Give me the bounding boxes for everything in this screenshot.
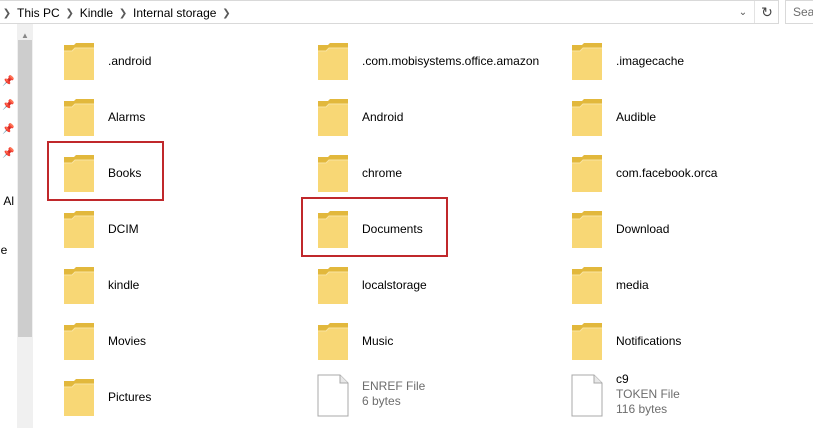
highlight-box bbox=[301, 197, 448, 257]
item-name: Download bbox=[616, 222, 670, 236]
file-size: 116 bytes bbox=[616, 402, 668, 416]
pin-icon[interactable]: 📌 bbox=[2, 148, 14, 160]
folder-item[interactable]: localstorage bbox=[287, 262, 527, 312]
breadcrumb-internal-storage[interactable]: Internal storage bbox=[130, 6, 219, 20]
folder-icon bbox=[317, 98, 349, 137]
nav-item-label[interactable]: le bbox=[0, 243, 7, 257]
item-name: .com.mobisystems.office.amazon bbox=[362, 54, 540, 68]
pin-icon[interactable]: 📌 bbox=[2, 100, 14, 112]
folder-icon bbox=[317, 42, 349, 81]
file-type: ENREF File bbox=[362, 379, 426, 393]
folder-icon bbox=[571, 266, 603, 305]
item-name: .imagecache bbox=[616, 54, 685, 68]
file-item[interactable]: c9 TOKEN File 116 bytes bbox=[541, 372, 781, 424]
item-name: Android bbox=[362, 110, 404, 124]
navigation-pane: 📌 📌 📌 📌 n Al le bbox=[0, 24, 17, 428]
item-name: DCIM bbox=[108, 222, 139, 236]
file-icon bbox=[571, 374, 603, 417]
item-name: .android bbox=[108, 54, 152, 68]
folder-icon bbox=[571, 210, 603, 249]
folder-icon bbox=[571, 98, 603, 137]
folder-item[interactable]: .com.mobisystems.office.amazon bbox=[287, 38, 539, 88]
folder-item[interactable]: Alarms bbox=[33, 94, 273, 144]
folder-icon bbox=[571, 42, 603, 81]
folder-icon bbox=[63, 210, 95, 249]
file-details: ENREF File 6 bytes bbox=[362, 379, 425, 409]
item-name: c9 bbox=[616, 372, 629, 386]
folder-item[interactable]: Download bbox=[541, 206, 781, 256]
folder-icon bbox=[63, 42, 95, 81]
scroll-up-icon[interactable]: ▲ bbox=[21, 32, 29, 40]
folder-item[interactable]: chrome bbox=[287, 150, 527, 200]
breadcrumb-kindle[interactable]: Kindle bbox=[77, 6, 116, 20]
address-history-dropdown[interactable]: ⌄ bbox=[734, 3, 752, 21]
folder-icon bbox=[63, 266, 95, 305]
refresh-button[interactable]: ↻ bbox=[754, 1, 779, 23]
folder-icon bbox=[571, 154, 603, 193]
item-name: Audible bbox=[616, 110, 657, 124]
item-name: Music bbox=[362, 334, 394, 348]
folder-icon bbox=[317, 154, 349, 193]
scrollbar-thumb[interactable] bbox=[18, 40, 32, 337]
pin-icon[interactable]: 📌 bbox=[2, 124, 14, 136]
folder-item[interactable]: Notifications bbox=[541, 318, 781, 368]
chevron-right-icon[interactable]: ❯ bbox=[116, 8, 130, 19]
folder-item[interactable]: Movies bbox=[33, 318, 273, 368]
item-name: chrome bbox=[362, 166, 403, 180]
item-name: media bbox=[616, 278, 649, 292]
item-name: Pictures bbox=[108, 390, 152, 404]
chevron-right-icon[interactable]: ❯ bbox=[0, 8, 14, 19]
file-type: TOKEN File bbox=[616, 387, 680, 401]
folder-item[interactable]: kindle bbox=[33, 262, 273, 312]
search-input[interactable]: Sea bbox=[785, 0, 813, 24]
folder-item[interactable]: Pictures bbox=[33, 374, 273, 424]
search-placeholder: Sea bbox=[793, 5, 813, 19]
folder-item[interactable]: media bbox=[541, 262, 781, 312]
item-name: com.facebook.orca bbox=[616, 166, 718, 180]
chevron-right-icon[interactable]: ❯ bbox=[219, 8, 233, 19]
file-list: .android .com.mobisystems.office.amazon .i… bbox=[33, 24, 813, 428]
folder-item[interactable]: DCIM bbox=[33, 206, 273, 256]
file-size: 6 bytes bbox=[362, 394, 401, 408]
file-item[interactable]: ENREF File 6 bytes bbox=[287, 374, 527, 424]
folder-icon bbox=[317, 322, 349, 361]
chevron-down-icon: ⌄ bbox=[738, 6, 748, 18]
item-name: Alarms bbox=[108, 110, 146, 124]
folder-item[interactable]: .imagecache bbox=[541, 38, 781, 88]
folder-item[interactable]: Android bbox=[287, 94, 527, 144]
folder-item[interactable]: .android bbox=[33, 38, 273, 88]
folder-icon bbox=[63, 98, 95, 137]
folder-item[interactable]: com.facebook.orca bbox=[541, 150, 781, 200]
folder-icon bbox=[63, 378, 95, 417]
nav-scrollbar[interactable]: ▲ bbox=[17, 24, 33, 428]
nav-item-label[interactable]: n Al bbox=[0, 194, 14, 208]
item-name: Movies bbox=[108, 334, 147, 348]
item-name: localstorage bbox=[362, 278, 427, 292]
breadcrumb-this-pc[interactable]: This PC bbox=[14, 6, 63, 20]
file-details: c9 TOKEN File 116 bytes bbox=[616, 372, 680, 417]
refresh-icon: ↻ bbox=[761, 3, 773, 20]
breadcrumb: ❯ This PC ❯ Kindle ❯ Internal storage ❯ bbox=[0, 5, 233, 21]
item-name: kindle bbox=[108, 278, 140, 292]
folder-icon bbox=[317, 266, 349, 305]
item-name: Notifications bbox=[616, 334, 682, 348]
folder-icon bbox=[63, 322, 95, 361]
address-bar[interactable]: ❯ This PC ❯ Kindle ❯ Internal storage ❯ … bbox=[0, 0, 779, 24]
pin-icon[interactable]: 📌 bbox=[2, 76, 14, 88]
highlight-box bbox=[47, 141, 164, 201]
file-icon bbox=[317, 374, 349, 417]
chevron-right-icon[interactable]: ❯ bbox=[63, 8, 77, 19]
folder-icon bbox=[571, 322, 603, 361]
folder-item[interactable]: Music bbox=[287, 318, 527, 368]
folder-item[interactable]: Audible bbox=[541, 94, 781, 144]
